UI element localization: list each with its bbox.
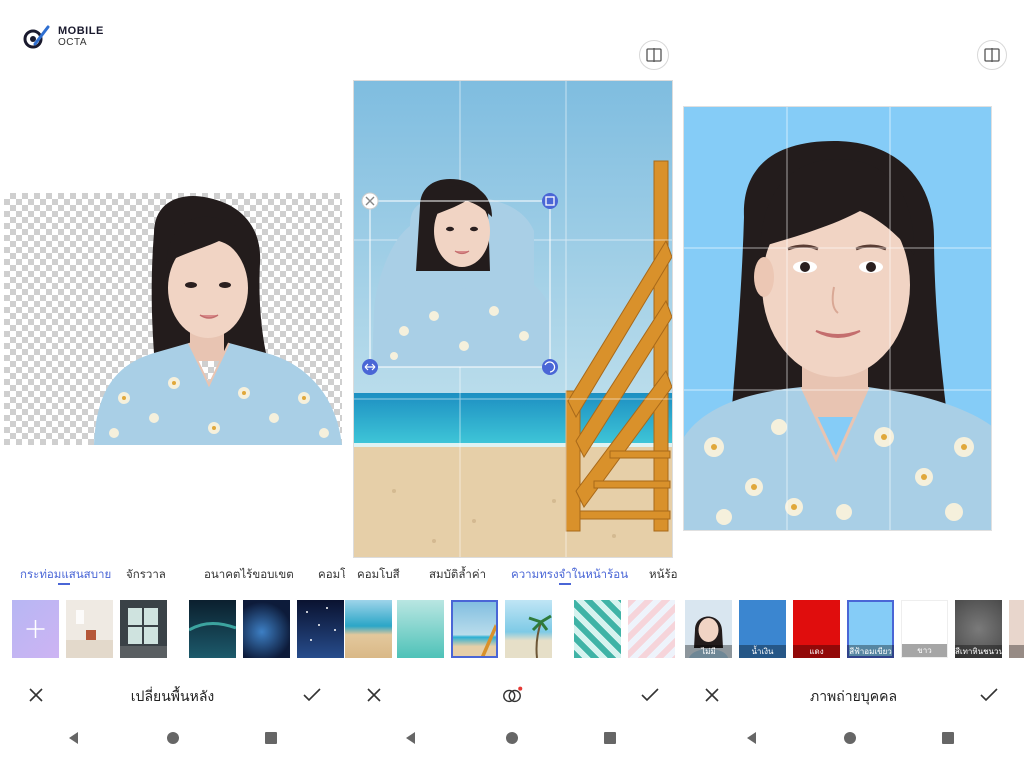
swatch-label: สี	[1009, 645, 1024, 658]
thumbnail-starry-sky[interactable]	[297, 600, 344, 658]
thumbnail-beach-shore[interactable]	[345, 600, 392, 658]
confirm-button[interactable]	[978, 684, 1000, 706]
thumbnail-aurora-night[interactable]	[189, 600, 236, 658]
thumbnail-window-room[interactable]	[120, 600, 167, 658]
nav-back-button[interactable]	[744, 730, 760, 746]
beach-scene-image	[354, 81, 672, 557]
add-custom-background-button[interactable]	[12, 600, 59, 658]
swatch-label: แดง	[793, 645, 840, 658]
nav-back-button[interactable]	[66, 730, 82, 746]
blend-circles-icon	[503, 686, 523, 703]
thumbnail-planet[interactable]	[243, 600, 290, 658]
swatch-light-blue-selected[interactable]: สีฟ้าอมเขียว	[847, 600, 894, 658]
logo-text-octa: OCTA	[58, 37, 88, 48]
logo: MOBILE OCTA	[22, 24, 104, 50]
portrait-canvas[interactable]	[683, 106, 992, 531]
system-nav-bar	[345, 724, 683, 752]
nav-recent-button[interactable]	[602, 730, 618, 746]
close-button[interactable]	[363, 684, 385, 706]
swatch-partial[interactable]: สี	[1009, 600, 1024, 658]
thumbnail-pink-pattern[interactable]	[628, 600, 675, 658]
home-circle-icon	[167, 732, 179, 744]
thumbnail-cozy-chair[interactable]	[66, 600, 113, 658]
thumbnail-beach-stairs-selected[interactable]	[451, 600, 498, 658]
thumbnail-palm-beach[interactable]	[505, 600, 552, 658]
home-circle-icon	[506, 732, 518, 744]
swatch-white[interactable]: ขาว	[901, 600, 948, 658]
swatch-label: ขาว	[902, 644, 947, 657]
nav-home-button[interactable]	[165, 730, 181, 746]
system-nav-bar	[683, 724, 1024, 752]
swatch-blue[interactable]: น้ำเงิน	[739, 600, 786, 658]
back-triangle-icon	[69, 732, 78, 744]
color-swatches: ไม่มี น้ำเงิน แดง สีฟ้าอมเขียว ขาว สีเทา…	[683, 600, 1024, 660]
back-triangle-icon	[406, 732, 415, 744]
swatch-label: สีเทาหินชนวน	[955, 645, 1002, 658]
category-tabs: กระท่อมแสนสบาย จักรวาล อนาคตไร้ขอบเขต คอ…	[0, 566, 345, 588]
home-circle-icon	[844, 732, 856, 744]
close-icon	[367, 688, 381, 702]
tab-active-indicator	[559, 583, 571, 585]
confirm-button[interactable]	[301, 684, 323, 706]
action-bar	[345, 676, 683, 716]
action-bar: ภาพถ่ายบุคคล	[683, 676, 1024, 716]
tab-active-indicator	[58, 583, 70, 585]
compare-button[interactable]	[977, 40, 1007, 70]
nav-home-button[interactable]	[842, 730, 858, 746]
logo-mark-icon	[22, 24, 52, 50]
recent-square-icon	[942, 732, 954, 744]
tab-summer-memories[interactable]: ความทรงจำในหน้าร้อน	[511, 566, 628, 584]
tab-universe[interactable]: จักรวาล	[126, 566, 166, 584]
plus-icon	[26, 620, 45, 638]
blend-mode-button[interactable]	[501, 684, 523, 706]
compare-split-icon	[984, 48, 1000, 62]
swatch-label: ไม่มี	[685, 645, 732, 658]
nav-back-button[interactable]	[403, 730, 419, 746]
tab-color-combo[interactable]: คอมโบสี	[357, 566, 400, 584]
beach-canvas[interactable]	[353, 80, 673, 558]
background-thumbnails	[0, 600, 345, 660]
swatch-none[interactable]: ไม่มี	[685, 600, 732, 658]
nav-recent-button[interactable]	[940, 730, 956, 746]
cutout-person-image	[94, 196, 342, 445]
panel-change-background: MOBILE OCTA กระท่อมแสนสบาย จักรวาล อนาคต…	[0, 0, 345, 760]
tab-summer-partial[interactable]: หน้ร้อ	[649, 566, 678, 584]
recent-square-icon	[265, 732, 277, 744]
thumbnail-teal-pattern[interactable]	[574, 600, 621, 658]
confirm-button[interactable]	[639, 684, 661, 706]
action-bar: เปลี่ยนพื้นหลัง	[0, 676, 345, 716]
swatch-red[interactable]: แดง	[793, 600, 840, 658]
nav-recent-button[interactable]	[263, 730, 279, 746]
portrait-image	[684, 107, 991, 530]
panel-summer-background: คอมโบสี สมบัติล้ำค่า ความทรงจำในหน้าร้อน…	[345, 0, 683, 760]
action-title: เปลี่ยนพื้นหลัง	[130, 689, 215, 705]
recent-square-icon	[604, 732, 616, 744]
system-nav-bar	[0, 724, 345, 752]
action-title: ภาพถ่ายบุคคล	[809, 689, 898, 705]
compare-split-icon	[646, 48, 662, 62]
tab-combo-partial[interactable]: คอมโ	[318, 566, 345, 584]
logo-text-mobile: MOBILE	[58, 25, 104, 37]
check-icon	[980, 688, 998, 702]
background-thumbnails	[345, 600, 683, 660]
check-icon	[303, 688, 321, 702]
compare-button[interactable]	[639, 40, 669, 70]
tab-limitless-future[interactable]: อนาคตไร้ขอบเขต	[204, 566, 294, 584]
transparent-canvas[interactable]	[4, 193, 342, 445]
nav-home-button[interactable]	[504, 730, 520, 746]
swatch-label: น้ำเงิน	[739, 645, 786, 658]
tab-treasure[interactable]: สมบัติล้ำค่า	[429, 566, 486, 584]
category-tabs: คอมโบสี สมบัติล้ำค่า ความทรงจำในหน้าร้อน…	[345, 566, 683, 588]
tab-cozy-cottage[interactable]: กระท่อมแสนสบาย	[20, 566, 111, 584]
panel-portrait-photo: ไม่มี น้ำเงิน แดง สีฟ้าอมเขียว ขาว สีเทา…	[683, 0, 1024, 760]
check-icon	[641, 688, 659, 702]
thumbnail-lagoon[interactable]	[397, 600, 444, 658]
swatch-label: สีฟ้าอมเขียว	[847, 645, 894, 658]
back-triangle-icon	[747, 732, 756, 744]
swatch-slate-gray[interactable]: สีเทาหินชนวน	[955, 600, 1002, 658]
